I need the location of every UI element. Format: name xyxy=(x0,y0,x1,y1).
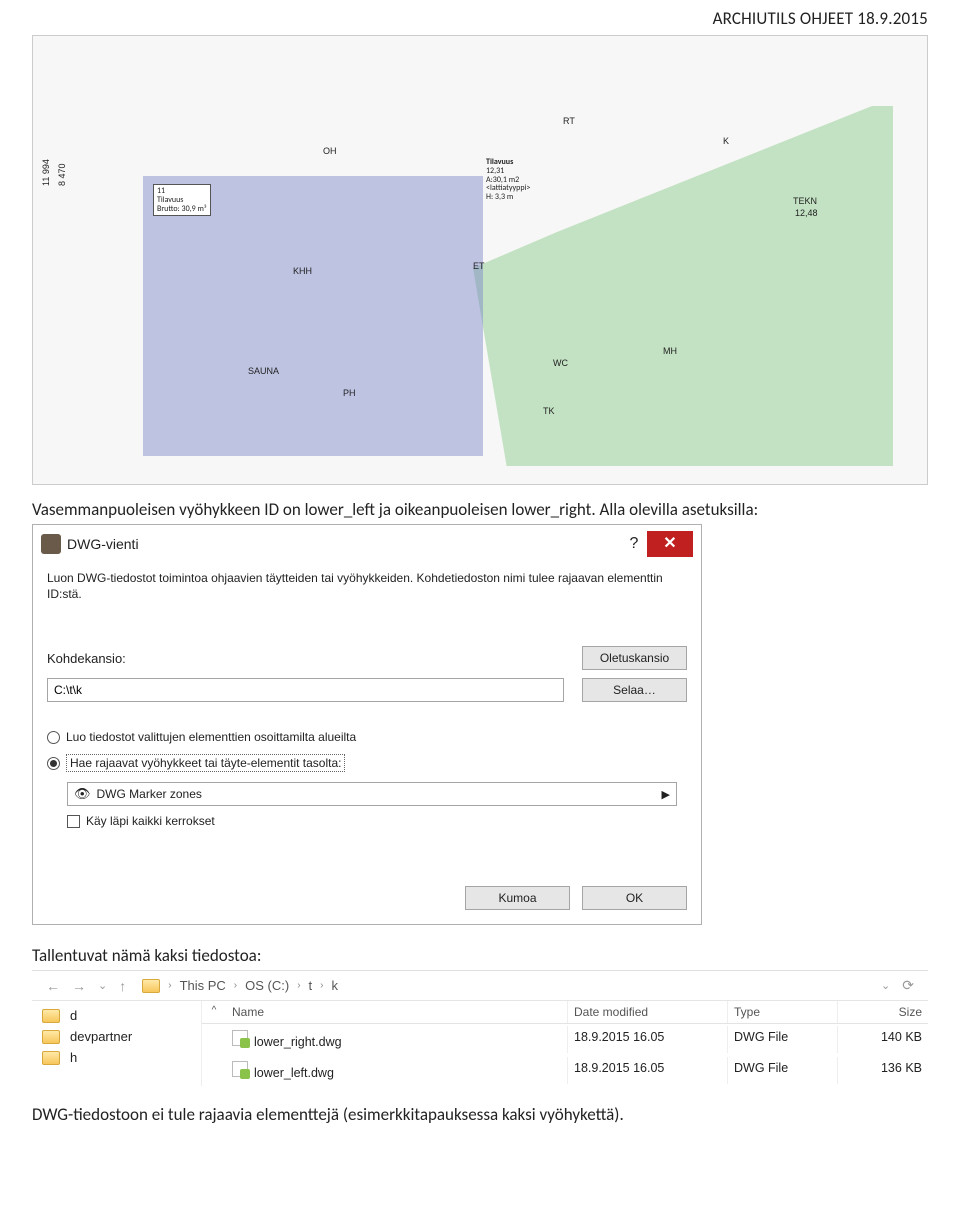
body-text-2: Tallentuvat nämä kaksi tiedostoa: xyxy=(32,945,928,966)
radio1-label: Luo tiedostot valittujen elementtien oso… xyxy=(66,730,356,744)
up-button[interactable]: ↑ xyxy=(113,976,132,996)
check-all-floors[interactable]: Käy läpi kaikki kerrokset xyxy=(67,814,687,828)
body-text-3: DWG-tiedostoon ei tule rajaavia elementt… xyxy=(32,1104,928,1125)
zone-right xyxy=(473,106,893,466)
file-size: 140 KB xyxy=(838,1026,928,1053)
eye-icon: 👁 xyxy=(74,786,91,802)
zone-info-left: 11 Tilavuus Brutto: 30,9 m³ xyxy=(153,184,211,216)
label-wc: WC xyxy=(553,358,568,368)
file-row[interactable]: lower_left.dwg 18.9.2015 16.05 DWG File … xyxy=(202,1055,928,1086)
address-dropdown[interactable]: ⌄ xyxy=(875,977,896,994)
col-type[interactable]: Type xyxy=(728,1001,838,1023)
file-date: 18.9.2015 16.05 xyxy=(568,1026,728,1053)
tree-label: h xyxy=(70,1050,77,1065)
bc-t[interactable]: t xyxy=(305,976,317,995)
file-type: DWG File xyxy=(728,1057,838,1084)
zone-info-center: Tilavuus 12,31 A:30,1 m2 <lattiatyyppi> … xyxy=(483,156,533,204)
file-row[interactable]: lower_right.dwg 18.9.2015 16.05 DWG File… xyxy=(202,1024,928,1055)
refresh-button[interactable]: ⟳ xyxy=(896,975,920,996)
forward-button[interactable]: → xyxy=(66,976,92,996)
file-name: lower_left.dwg xyxy=(254,1066,334,1080)
label-kohdekansio: Kohdekansio: xyxy=(47,651,467,666)
dim-8: 8 470 xyxy=(57,163,67,186)
center-h: H: 3,3 m xyxy=(486,193,530,202)
col-name[interactable]: Name xyxy=(226,1001,568,1023)
dwg-file-icon xyxy=(232,1030,248,1046)
radio-icon xyxy=(47,757,60,770)
body-text-1: Vasemmanpuoleisen vyöhykkeen ID on lower… xyxy=(32,499,928,520)
chevron-right-icon: ▶ xyxy=(662,788,670,801)
folder-tree[interactable]: d devpartner h xyxy=(32,1001,202,1086)
back-button[interactable]: ← xyxy=(40,976,66,996)
breadcrumb[interactable]: › This PC › OS (C:) › t › k xyxy=(142,976,875,995)
floorplan-image: 11 994 8 470 11 Tilavuus Brutto: 30,9 m³… xyxy=(32,35,928,485)
label-ph: PH xyxy=(343,388,356,398)
label-mh: MH xyxy=(663,346,677,356)
label-et: ET xyxy=(473,261,485,271)
caret-icon: ^ xyxy=(202,1001,226,1023)
ok-button[interactable]: OK xyxy=(582,886,687,910)
label-khh: KHH xyxy=(293,266,312,276)
col-size[interactable]: Size xyxy=(838,1001,928,1023)
dialog-icon xyxy=(41,534,61,554)
label-oh: OH xyxy=(323,146,337,156)
chevron-right-icon: › xyxy=(297,980,300,991)
zone11-brutto: Brutto: 30,9 m³ xyxy=(157,205,207,214)
layer-combo[interactable]: 👁 DWG Marker zones ▶ xyxy=(67,782,677,806)
label-tekn: TEKN xyxy=(793,196,817,206)
dialog-description: Luon DWG-tiedostot toimintoa ohjaavien t… xyxy=(47,571,687,602)
file-date: 18.9.2015 16.05 xyxy=(568,1057,728,1084)
label-tk: TK xyxy=(543,406,555,416)
chevron-right-icon: › xyxy=(320,980,323,991)
tree-label: d xyxy=(70,1008,77,1023)
file-explorer: ← → ⌄ ↑ › This PC › OS (C:) › t › k ⌄ ⟳ … xyxy=(32,970,928,1086)
tree-item-d[interactable]: d xyxy=(32,1005,201,1026)
bc-k[interactable]: k xyxy=(328,976,343,995)
file-name: lower_right.dwg xyxy=(254,1035,342,1049)
tree-label: devpartner xyxy=(70,1029,132,1044)
dialog-title: DWG-vienti xyxy=(67,536,621,552)
check-label: Käy läpi kaikki kerrokset xyxy=(86,814,215,828)
cancel-button[interactable]: Kumoa xyxy=(465,886,570,910)
combo-value: DWG Marker zones xyxy=(97,787,662,801)
label-rt: RT xyxy=(563,116,575,126)
radio-icon xyxy=(47,731,60,744)
dim-11: 11 994 xyxy=(41,159,51,186)
file-type: DWG File xyxy=(728,1026,838,1053)
chevron-right-icon: › xyxy=(234,980,237,991)
tree-item-devpartner[interactable]: devpartner xyxy=(32,1026,201,1047)
browse-button[interactable]: Selaa… xyxy=(582,678,687,702)
close-button[interactable]: ✕ xyxy=(647,531,693,557)
column-headers[interactable]: ^ Name Date modified Type Size xyxy=(202,1001,928,1024)
default-folder-button[interactable]: Oletuskansio xyxy=(582,646,687,670)
chevron-right-icon: › xyxy=(168,980,171,991)
label-k: K xyxy=(723,136,729,146)
folder-icon xyxy=(42,1009,60,1023)
folder-icon xyxy=(42,1030,60,1044)
file-size: 136 KB xyxy=(838,1057,928,1084)
bc-os[interactable]: OS (C:) xyxy=(241,976,293,995)
dwg-export-dialog: DWG-vienti ? ✕ Luon DWG-tiedostot toimin… xyxy=(32,524,702,925)
help-button[interactable]: ? xyxy=(621,535,647,553)
radio2-label: Hae rajaavat vyöhykkeet tai täyte-elemen… xyxy=(66,754,345,772)
radio-selected-elements[interactable]: Luo tiedostot valittujen elementtien oso… xyxy=(47,730,687,744)
col-date[interactable]: Date modified xyxy=(568,1001,728,1023)
folder-icon xyxy=(142,979,160,993)
dwg-file-icon xyxy=(232,1061,248,1077)
folder-icon xyxy=(42,1051,60,1065)
zone-left xyxy=(143,176,483,456)
bc-thispc[interactable]: This PC xyxy=(176,976,230,995)
radio-from-layer[interactable]: Hae rajaavat vyöhykkeet tai täyte-elemen… xyxy=(47,754,687,772)
page-header: ARCHIUTILS OHJEET 18.9.2015 xyxy=(32,8,928,29)
checkbox-icon xyxy=(67,815,80,828)
label-sauna: SAUNA xyxy=(248,366,279,376)
label-tekn-v: 12,48 xyxy=(795,208,818,218)
recent-button[interactable]: ⌄ xyxy=(92,977,113,994)
path-input[interactable] xyxy=(47,678,564,702)
tree-item-h[interactable]: h xyxy=(32,1047,201,1068)
